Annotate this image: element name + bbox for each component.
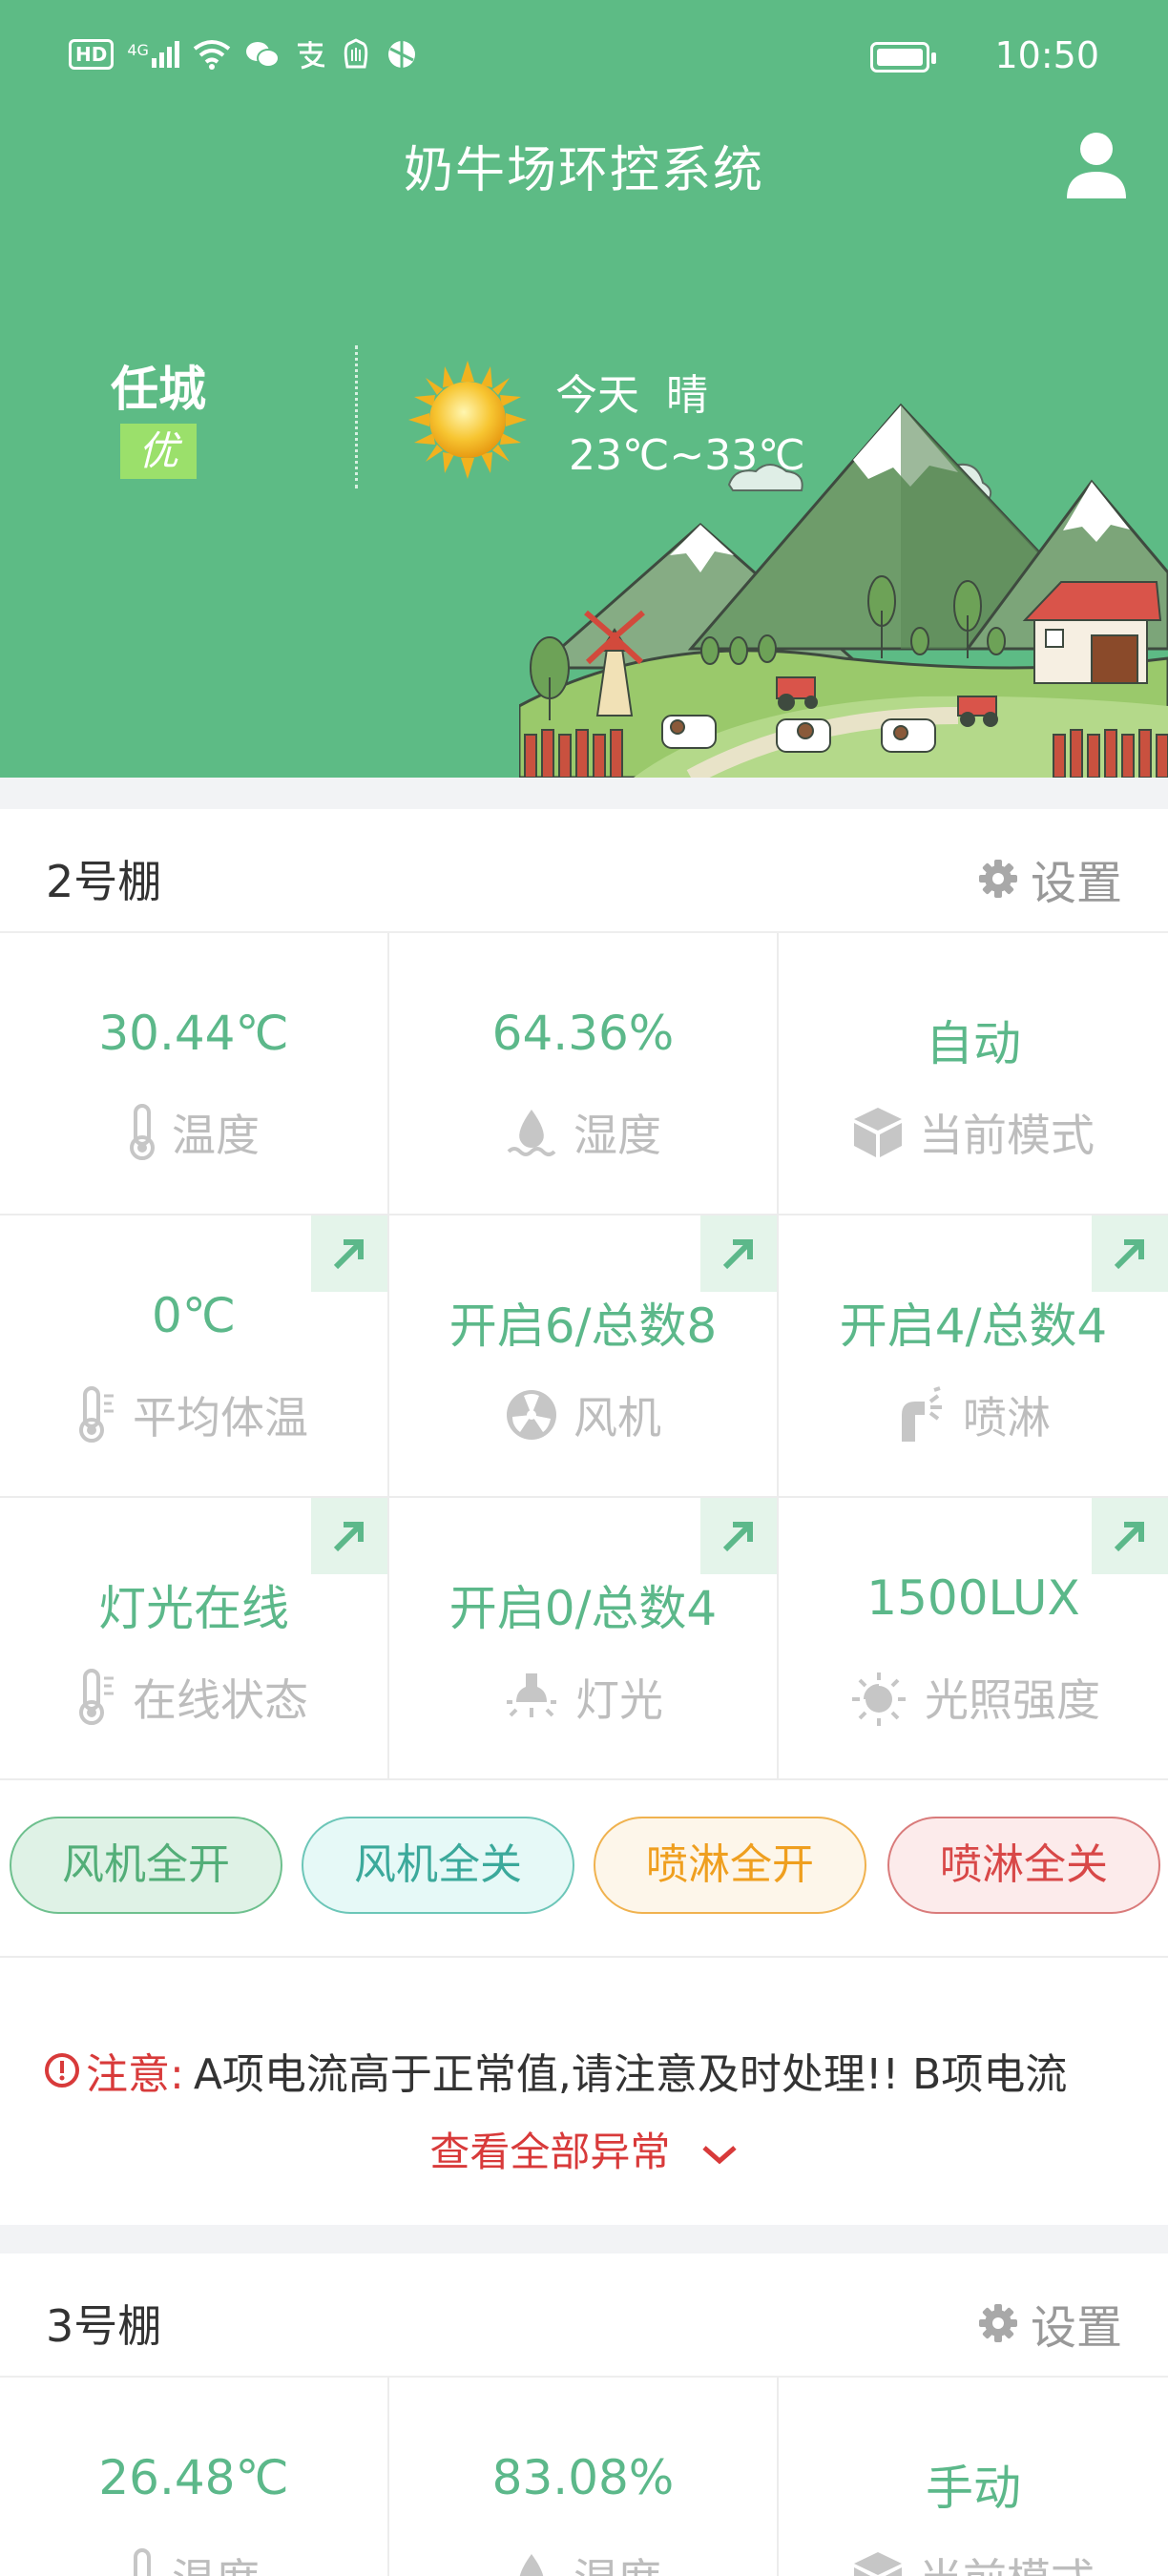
cube-icon (854, 2552, 902, 2576)
farm-illustration (519, 403, 1168, 778)
sprinklers-all-off-button[interactable]: 喷淋全关 (887, 1817, 1160, 1914)
thermometer-icon (79, 1669, 114, 1725)
user-icon[interactable] (1063, 130, 1130, 200)
detail-arrow-button[interactable] (700, 1498, 777, 1574)
fans-all-on-button[interactable]: 风机全开 (10, 1817, 282, 1914)
battery-icon (870, 42, 936, 73)
metric-lights: 开启0/总数4 灯光 (389, 1498, 779, 1780)
divider (355, 345, 358, 488)
chevron-down-icon (702, 2145, 737, 2164)
cube-icon (854, 1108, 902, 1157)
metrics-grid: 26.48℃ 温度 83.08% 湿度 手动 当前模式 (0, 2378, 1168, 2576)
view-all-alerts-link[interactable]: 查看全部异常 (0, 2120, 1168, 2178)
detail-arrow-button[interactable] (700, 1215, 777, 1292)
settings-button[interactable]: 设置 (977, 2290, 1122, 2357)
gear-icon (978, 2304, 1017, 2342)
thermometer-icon (79, 1386, 114, 1443)
arrow-up-right-icon (1114, 1239, 1144, 1270)
shed-name: 2号棚 (46, 856, 162, 907)
hand-icon (344, 38, 368, 69)
sprinklers-all-on-button[interactable]: 喷淋全开 (594, 1817, 866, 1914)
city-name: 任城 (111, 362, 206, 417)
fans-all-off-button[interactable]: 风机全关 (302, 1817, 574, 1914)
arrow-up-right-icon (333, 1239, 364, 1270)
metric-temperature: 30.44℃ 温度 (0, 933, 389, 1215)
shed-name: 3号棚 (46, 2300, 162, 2352)
alert-label: 注意: (86, 2050, 184, 2099)
wechat-icon (245, 42, 280, 68)
shed-card: 3号棚 设置 26.48℃ 温度 83.08% 湿度 手动 当前模式 (0, 2254, 1168, 2576)
sprinkler-icon (902, 1386, 942, 1442)
metric-humidity: 83.08% 湿度 (389, 2378, 779, 2576)
metric-illuminance: 1500LUX 光照强度 (779, 1498, 1168, 1780)
thermometer-icon (134, 2548, 151, 2576)
metric-mode: 自动 当前模式 (779, 933, 1168, 1215)
detail-arrow-button[interactable] (311, 1498, 387, 1574)
humidity-icon (507, 1110, 556, 1156)
metrics-grid: 30.44℃ 温度 64.36% 湿度 自动 当前模式 0℃ 平均体温 开启6/… (0, 933, 1168, 1780)
browser-icon (387, 41, 415, 68)
status-time: 10:50 (994, 34, 1099, 76)
shed-card: 2号棚 设置 30.44℃ 温度 64.36% 湿度 自动 当前模式 0℃ 平均… (0, 809, 1168, 2225)
arrow-up-right-icon (722, 1239, 753, 1270)
metric-body-temperature: 0℃ 平均体温 (0, 1215, 389, 1498)
warning-icon (45, 2053, 79, 2088)
metric-light-online: 灯光在线 在线状态 (0, 1498, 389, 1780)
signal-icon: 4G (127, 41, 179, 68)
arrow-up-right-icon (333, 1522, 364, 1552)
metric-fans: 开启6/总数8 风机 (389, 1215, 779, 1498)
gear-icon (978, 860, 1017, 898)
humidity-icon (519, 2554, 544, 2576)
alert-panel: 注意: A项电流高于正常值,请注意及时处理!! B项电流 查看全部异常 (0, 1958, 1168, 2225)
arrow-up-right-icon (722, 1522, 753, 1552)
metric-mode: 手动 当前模式 (779, 2378, 1168, 2576)
sunny-weather-icon (408, 361, 527, 479)
detail-arrow-button[interactable] (311, 1215, 387, 1292)
metric-sprinklers: 开启4/总数4 喷淋 (779, 1215, 1168, 1498)
thermometer-icon (130, 1104, 155, 1160)
alert-message: A项电流高于正常值,请注意及时处理!! B项电流 (193, 2050, 1068, 2099)
header: HD 4G 10:50 奶牛场环控系统 任城 优 今天 晴 23℃~33℃ (0, 0, 1168, 778)
settings-button[interactable]: 设置 (977, 845, 1122, 912)
page-title: 奶牛场环控系统 (403, 142, 764, 199)
alipay-icon (297, 41, 324, 70)
air-quality-badge: 优 (120, 424, 197, 479)
lamp-icon (507, 1673, 556, 1717)
hd-icon: HD (69, 39, 115, 70)
arrow-up-right-icon (1114, 1522, 1144, 1552)
sun-icon (852, 1672, 906, 1726)
status-bar: HD 4G 10:50 (0, 0, 1168, 114)
detail-arrow-button[interactable] (1092, 1498, 1168, 1574)
metric-temperature: 26.48℃ 温度 (0, 2378, 389, 2576)
metric-humidity: 64.36% 湿度 (389, 933, 779, 1215)
detail-arrow-button[interactable] (1092, 1215, 1168, 1292)
wifi-icon (193, 40, 231, 70)
action-bar: 风机全开 风机全关 喷淋全开 喷淋全关 (0, 1780, 1168, 1958)
fan-icon (507, 1390, 556, 1440)
